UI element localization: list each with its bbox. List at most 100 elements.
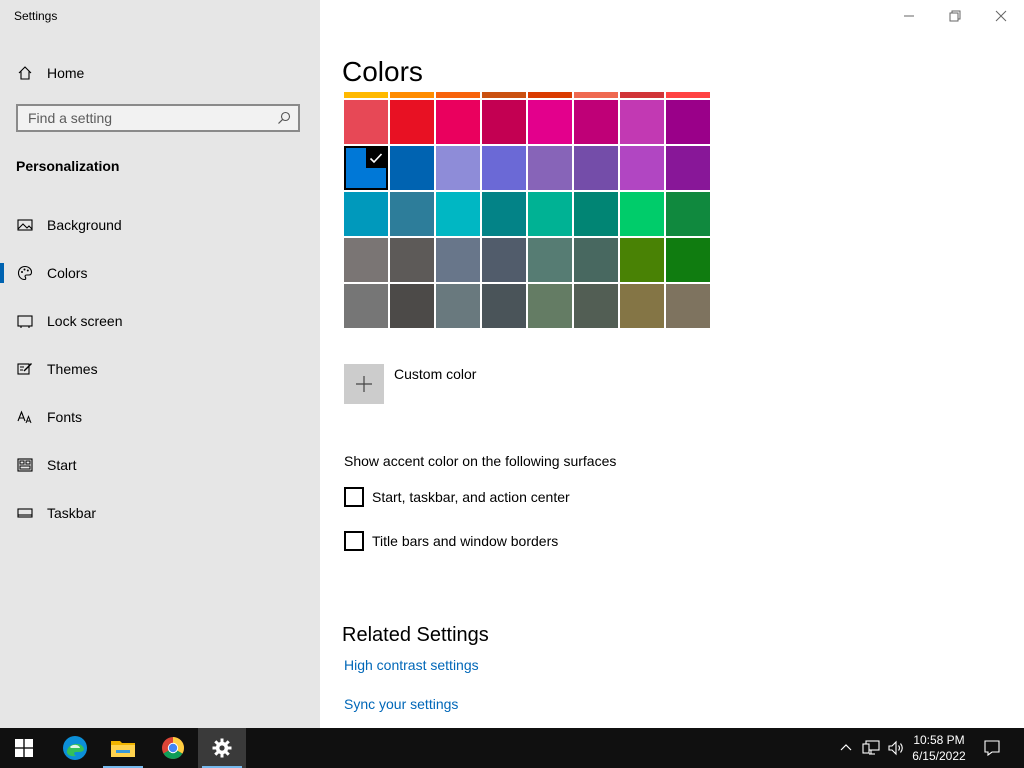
file-explorer-button[interactable] bbox=[99, 728, 147, 768]
start-icon bbox=[17, 457, 33, 473]
start-button[interactable] bbox=[0, 728, 48, 768]
color-swatch[interactable] bbox=[344, 192, 388, 236]
taskbar-clock[interactable]: 10:58 PM 6/15/2022 bbox=[908, 732, 970, 764]
app-title: Settings bbox=[14, 9, 58, 23]
color-swatch[interactable] bbox=[666, 284, 710, 328]
color-swatch[interactable] bbox=[390, 238, 434, 282]
background-icon bbox=[17, 217, 33, 233]
sidebar-item-taskbar[interactable]: Taskbar bbox=[0, 493, 320, 533]
color-swatch[interactable] bbox=[390, 192, 434, 236]
color-swatch[interactable] bbox=[666, 92, 710, 98]
sidebar-item-label: Start bbox=[47, 457, 77, 473]
settings-button[interactable] bbox=[198, 728, 246, 768]
color-swatch[interactable] bbox=[574, 100, 618, 144]
edge-button[interactable] bbox=[51, 728, 99, 768]
color-swatch[interactable] bbox=[620, 146, 664, 190]
color-swatch-selected[interactable] bbox=[344, 146, 388, 190]
action-center-button[interactable] bbox=[970, 728, 1014, 768]
color-swatch[interactable] bbox=[666, 238, 710, 282]
color-swatch[interactable] bbox=[482, 100, 526, 144]
edge-icon bbox=[63, 736, 87, 760]
color-swatch[interactable] bbox=[528, 192, 572, 236]
checkmark-icon bbox=[366, 148, 386, 168]
color-swatch[interactable] bbox=[390, 146, 434, 190]
color-swatch[interactable] bbox=[436, 100, 480, 144]
accent-color-grid bbox=[343, 92, 713, 344]
color-swatch[interactable] bbox=[666, 146, 710, 190]
search-box[interactable] bbox=[16, 104, 300, 132]
color-swatch[interactable] bbox=[344, 284, 388, 328]
color-swatch[interactable] bbox=[390, 92, 434, 98]
search-input[interactable] bbox=[18, 106, 278, 130]
color-swatch[interactable] bbox=[482, 284, 526, 328]
restore-button[interactable] bbox=[932, 0, 978, 32]
taskbar: 10:58 PM 6/15/2022 bbox=[0, 728, 1024, 768]
color-swatch[interactable] bbox=[574, 284, 618, 328]
color-swatch[interactable] bbox=[528, 92, 572, 98]
chrome-button[interactable] bbox=[149, 728, 197, 768]
chrome-icon bbox=[162, 737, 184, 759]
custom-color-label[interactable]: Custom color bbox=[394, 366, 476, 382]
high-contrast-link[interactable]: High contrast settings bbox=[344, 657, 479, 673]
color-swatch[interactable] bbox=[482, 192, 526, 236]
search-icon[interactable] bbox=[276, 110, 292, 126]
sidebar-item-fonts[interactable]: Fonts bbox=[0, 397, 320, 437]
color-swatch[interactable] bbox=[574, 92, 618, 98]
color-swatch[interactable] bbox=[574, 192, 618, 236]
color-swatch[interactable] bbox=[620, 284, 664, 328]
color-swatch[interactable] bbox=[666, 192, 710, 236]
minimize-icon bbox=[904, 15, 914, 17]
show-hidden-icons-button[interactable] bbox=[834, 728, 858, 768]
clock-date: 6/15/2022 bbox=[912, 749, 966, 763]
sidebar-item-label: Colors bbox=[47, 265, 88, 281]
color-swatch[interactable] bbox=[436, 284, 480, 328]
color-swatch[interactable] bbox=[344, 238, 388, 282]
close-button[interactable] bbox=[978, 0, 1024, 32]
sync-settings-link[interactable]: Sync your settings bbox=[344, 696, 458, 712]
section-title: Personalization bbox=[16, 158, 120, 174]
color-swatch[interactable] bbox=[436, 192, 480, 236]
title-bars-checkbox[interactable]: Title bars and window borders bbox=[344, 531, 558, 551]
color-swatch[interactable] bbox=[620, 192, 664, 236]
color-swatch[interactable] bbox=[390, 100, 434, 144]
checkbox[interactable] bbox=[344, 531, 364, 551]
color-swatch[interactable] bbox=[390, 284, 434, 328]
volume-button[interactable] bbox=[884, 728, 908, 768]
color-swatch[interactable] bbox=[482, 146, 526, 190]
sidebar-item-lock-screen[interactable]: Lock screen bbox=[0, 301, 320, 341]
color-swatch[interactable] bbox=[528, 284, 572, 328]
sidebar-item-themes[interactable]: Themes bbox=[0, 349, 320, 389]
network-button[interactable] bbox=[858, 728, 884, 768]
color-swatch[interactable] bbox=[482, 92, 526, 98]
color-swatch[interactable] bbox=[620, 100, 664, 144]
minimize-button[interactable] bbox=[886, 0, 932, 32]
color-swatch[interactable] bbox=[344, 92, 388, 98]
start-taskbar-checkbox[interactable]: Start, taskbar, and action center bbox=[344, 487, 570, 507]
color-swatch[interactable] bbox=[482, 238, 526, 282]
color-swatch[interactable] bbox=[666, 100, 710, 144]
sidebar-item-colors[interactable]: Colors bbox=[0, 253, 320, 293]
color-swatch[interactable] bbox=[528, 100, 572, 144]
settings-icon bbox=[212, 738, 232, 758]
sidebar-item-home[interactable]: Home bbox=[0, 53, 320, 93]
checkbox[interactable] bbox=[344, 487, 364, 507]
sidebar-item-background[interactable]: Background bbox=[0, 205, 320, 245]
color-swatch[interactable] bbox=[574, 146, 618, 190]
accent-surfaces-heading: Show accent color on the following surfa… bbox=[344, 453, 617, 469]
color-swatch[interactable] bbox=[620, 92, 664, 98]
color-swatch[interactable] bbox=[574, 238, 618, 282]
sidebar-item-start[interactable]: Start bbox=[0, 445, 320, 485]
color-swatch[interactable] bbox=[344, 100, 388, 144]
color-swatch[interactable] bbox=[436, 238, 480, 282]
color-swatch[interactable] bbox=[620, 238, 664, 282]
page-title: Colors bbox=[342, 56, 423, 87]
color-swatch[interactable] bbox=[436, 92, 480, 98]
restore-icon bbox=[949, 10, 961, 22]
color-swatch[interactable] bbox=[528, 238, 572, 282]
windows-start-icon bbox=[15, 739, 33, 757]
related-settings-heading: Related Settings bbox=[342, 624, 489, 646]
color-swatch[interactable] bbox=[528, 146, 572, 190]
action-center-icon bbox=[984, 740, 1000, 757]
custom-color-button[interactable] bbox=[344, 364, 384, 404]
color-swatch[interactable] bbox=[436, 146, 480, 190]
